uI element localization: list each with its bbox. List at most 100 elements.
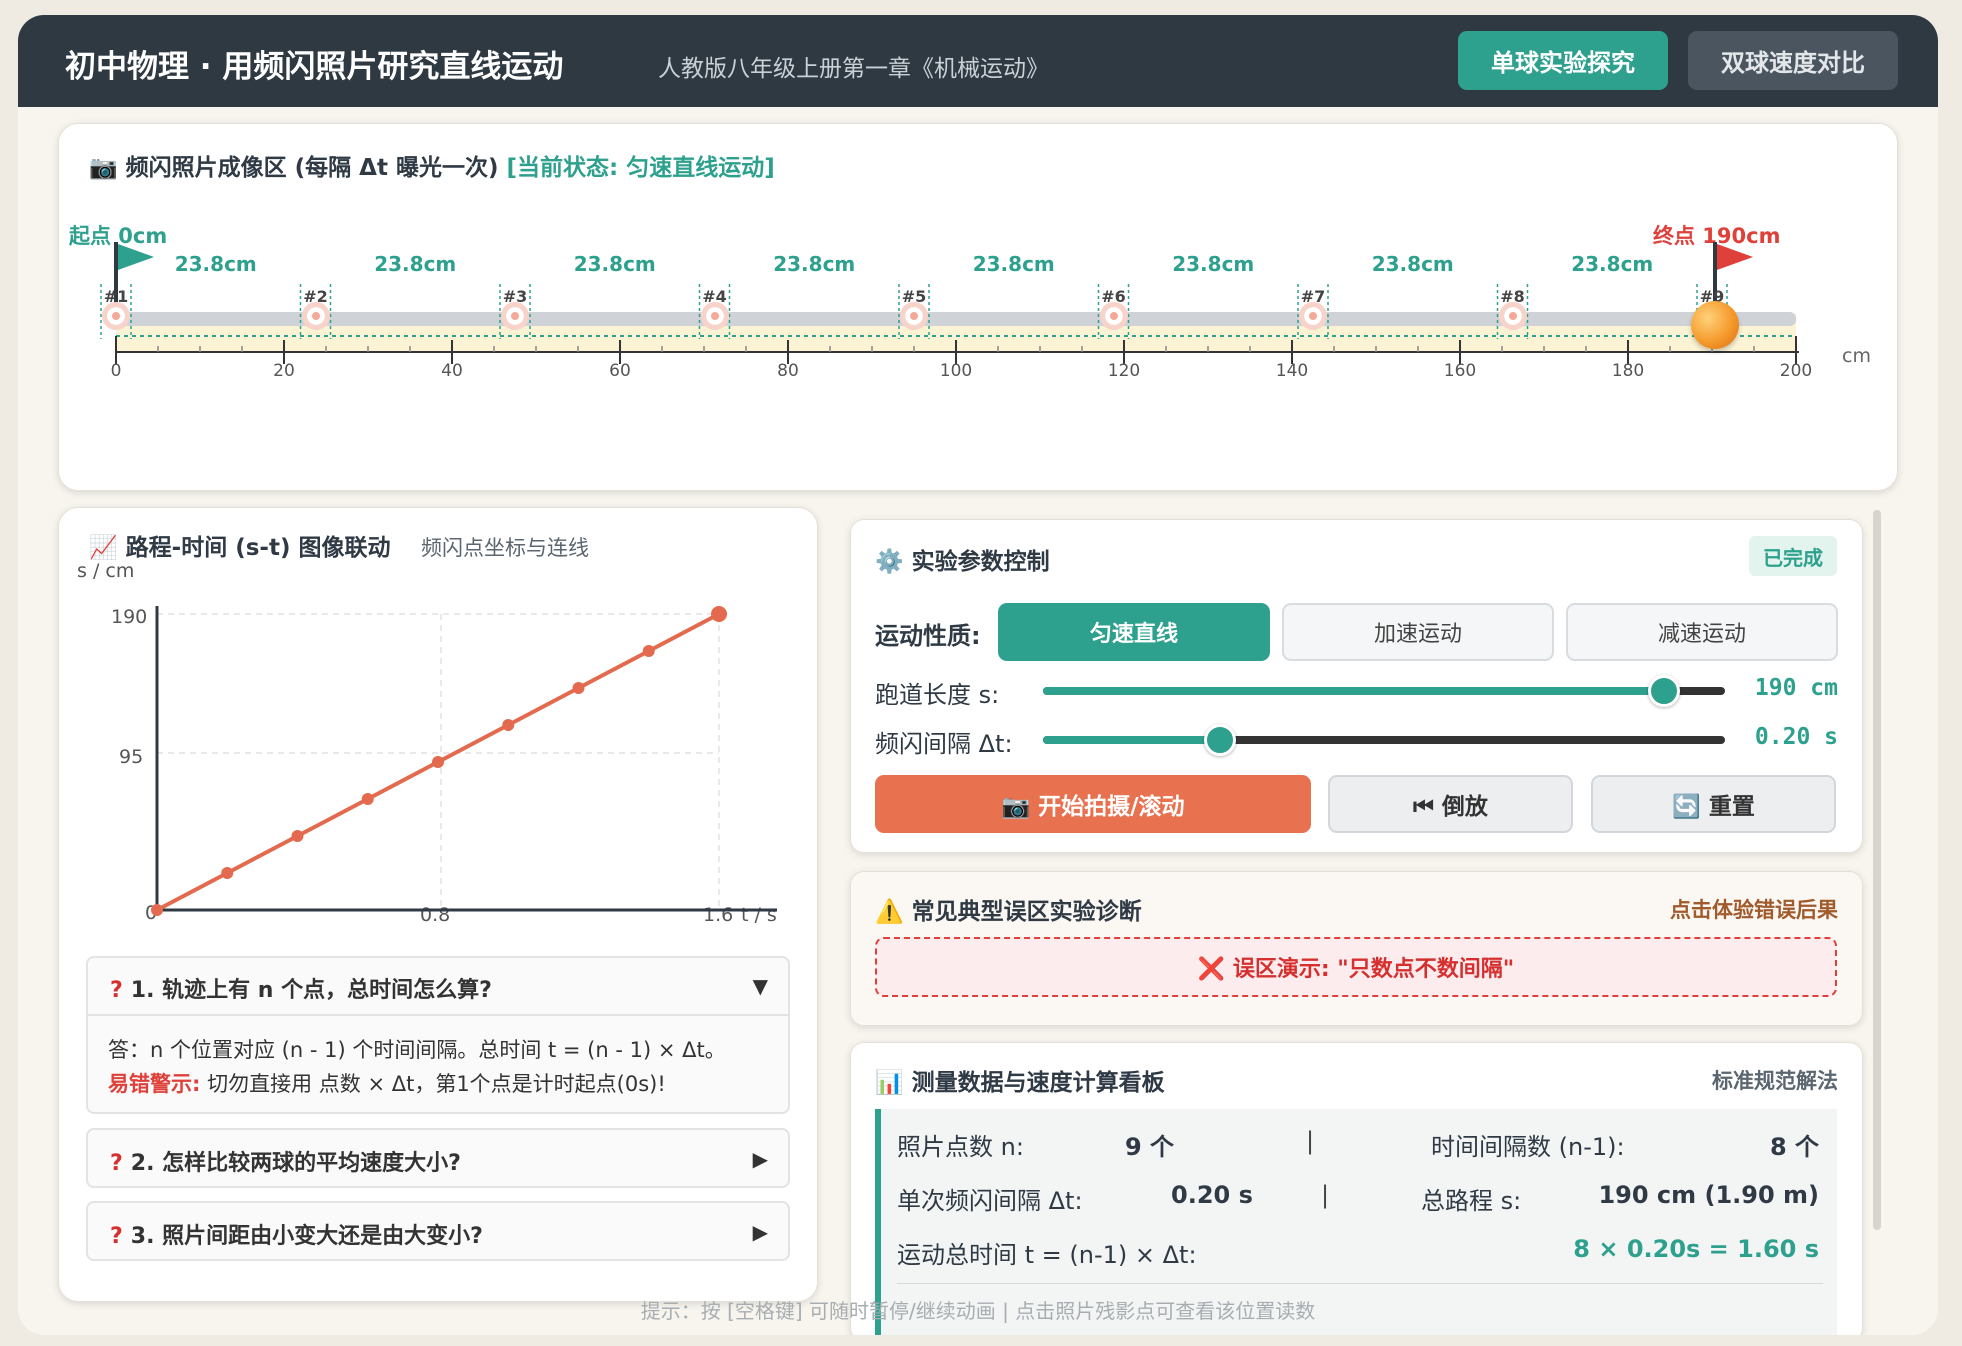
question-mark-icon: ? [110,1151,123,1176]
ghost-point[interactable] [301,302,330,330]
flash-interval-slider[interactable] [1043,724,1725,756]
measurement-data-panel: 📊 测量数据与速度计算看板 标准规范解法 照片点数 n: 9 个 | 时间间隔数… [850,1042,1863,1335]
controls-title: ⚙️ 实验参数控制 [875,549,1050,575]
ghost-point[interactable] [102,302,130,330]
rewind-button[interactable]: ⏮ 倒放 [1328,775,1573,833]
st-point [151,904,163,916]
ruler-tick-label: 0 [110,361,122,381]
tab-single-ball[interactable]: 单球实验探究 [1458,31,1668,90]
app-header: 初中物理 · 用频闪照片研究直线运动 人教版八年级上册第一章《机械运动》 单球实… [18,15,1938,107]
total-time-label: 运动总时间 t = (n-1) × Δt: [897,1241,1197,1269]
faq-2-question-text: 2. 怎样比较两球的平均速度大小? [130,1151,461,1176]
st-chart [151,606,777,916]
status-badge: 已完成 [1749,536,1837,576]
flash-interval-label: 频闪间隔 Δt: [875,730,1013,758]
ruler-tick-label: 60 [609,361,631,381]
app-window: 初中物理 · 用频闪照片研究直线运动 人教版八年级上册第一章《机械运动》 单球实… [18,15,1938,1335]
ruler-tick-label: 200 [1779,361,1813,381]
chevron-down-icon[interactable]: ▼ [753,974,768,998]
pitfall-try-link[interactable]: 点击体验错误后果 [1670,894,1838,924]
chevron-right-icon[interactable]: ▶ [753,1220,768,1244]
total-distance-label: 总路程 s: [1421,1187,1522,1215]
ruler-tick-label: 120 [1107,361,1141,381]
points-count-value: 9 个 [1125,1133,1175,1161]
st-graph-panel: 📈 路程-时间 (s-t) 图像联动 频闪点坐标与连线 s / cm 190 9… [58,507,818,1302]
faq-3-question[interactable]: ? 3. 照片间距由小变大还是由大变小? [110,1218,483,1250]
ruler-tick-label: 100 [939,361,973,381]
ghost-point[interactable] [1498,302,1527,330]
divider [897,1283,1823,1284]
st-point [572,682,585,694]
segment-label: 23.8cm [174,252,257,276]
start-capture-button[interactable]: 📷 开始拍摄/滚动 [875,775,1311,833]
separator: | [1306,1127,1315,1155]
data-standard-link[interactable]: 标准规范解法 [1712,1065,1838,1095]
track-length-label: 跑道长度 s: [875,681,1000,709]
ruler-tick-label: 160 [1443,361,1477,381]
motion-type-label: 运动性质: [875,622,981,650]
faq-2-question[interactable]: ? 2. 怎样比较两球的平均速度大小? [110,1145,461,1177]
st-point [711,606,727,622]
segment-label: 23.8cm [972,252,1055,276]
faq-item-1[interactable]: ? 1. 轨迹上有 n 个点，总时间怎么算? ▼ 答：n 个位置对应 (n - 1… [86,956,790,1114]
track-length-value: 190 cm [1754,675,1838,701]
ghost-point[interactable] [1299,302,1327,330]
ruler-tick-label: 20 [273,361,295,381]
interval-value: 0.20 s [1171,1181,1253,1209]
ruler-tick-label: 180 [1611,361,1645,381]
faq-1-warning: 易错警示: 切勿直接用 点数 × Δt，第1个点是计时起点(0s)! [108,1068,666,1098]
faq-1-question[interactable]: ? 1. 轨迹上有 n 个点，总时间怎么算? [110,972,492,1004]
mode-uniform-button[interactable]: 匀速直线 [998,603,1270,661]
intervals-count-label: 时间间隔数 (n-1): [1431,1133,1625,1161]
ghost-point[interactable] [900,302,928,330]
start-flag-icon [118,244,154,270]
question-mark-icon: ? [110,1224,123,1249]
intervals-count-value: 8 个 [1769,1133,1819,1161]
total-distance-value: 190 cm (1.90 m) [1598,1181,1819,1209]
ruler-tick-label: 80 [777,361,799,381]
segment-label: 23.8cm [1571,252,1654,276]
tab-two-ball-compare[interactable]: 双球速度对比 [1688,31,1898,90]
faq-1-warning-label: 易错警示: [108,1072,201,1096]
track-bar [116,312,1796,326]
app-subtitle: 人教版八年级上册第一章《机械运动》 [658,56,1049,82]
faq-item-2[interactable]: ? 2. 怎样比较两球的平均速度大小? ▶ [86,1128,790,1188]
st-point [221,867,234,879]
track-length-thumb[interactable] [1647,675,1680,707]
st-point [291,830,304,842]
data-title: 📊 测量数据与速度计算看板 [875,1070,1165,1096]
scrollbar[interactable] [1873,510,1881,1230]
track-length-slider[interactable] [1043,675,1725,707]
faq-1-answer: 答：n 个位置对应 (n - 1) 个时间间隔。总时间 t = (n - 1) … [108,1038,726,1062]
ruler-tick-label: 40 [441,361,463,381]
segment-label: 23.8cm [1172,252,1255,276]
track-length-fill [1043,687,1664,695]
mode-decelerate-button[interactable]: 减速运动 [1566,603,1838,661]
separator: | [1321,1181,1330,1209]
ghost-point[interactable] [700,302,729,330]
pitfall-diagnosis-panel: ⚠️ 常见典型误区实验诊断 点击体验错误后果 ❌ 误区演示: "只数点不数间隔" [850,871,1863,1026]
faq-item-3[interactable]: ? 3. 照片间距由小变大还是由大变小? ▶ [86,1201,790,1261]
segment-label: 23.8cm [573,252,656,276]
flash-interval-value: 0.20 s [1754,724,1838,750]
flash-interval-fill [1043,736,1221,744]
reset-button[interactable]: 🔄 重置 [1591,775,1836,833]
points-count-label: 照片点数 n: [897,1133,1024,1161]
faq-3-question-text: 3. 照片间距由小变大还是由大变小? [130,1224,483,1249]
flash-interval-thumb[interactable] [1204,724,1237,756]
mode-accelerate-button[interactable]: 加速运动 [1282,603,1554,661]
st-point [642,645,655,657]
question-mark-icon: ? [110,978,123,1003]
total-time-value: 8 × 0.20s = 1.60 s [1573,1235,1819,1263]
st-point [361,793,374,805]
ruler-unit: cm [1842,345,1871,367]
pitfall-demo-button[interactable]: ❌ 误区演示: "只数点不数间隔" [875,937,1837,997]
chevron-right-icon[interactable]: ▶ [753,1147,768,1171]
ghost-point[interactable] [501,302,529,330]
footer-hint: 提示：按 [空格键] 可随时暂停/继续动画 | 点击照片残影点可查看该位置读数 [640,1299,1316,1323]
interval-label: 单次频闪间隔 Δt: [897,1187,1083,1215]
ghost-point[interactable] [1099,302,1128,330]
st-point [432,756,444,768]
ball[interactable] [1691,301,1739,349]
segment-label: 23.8cm [374,252,457,276]
